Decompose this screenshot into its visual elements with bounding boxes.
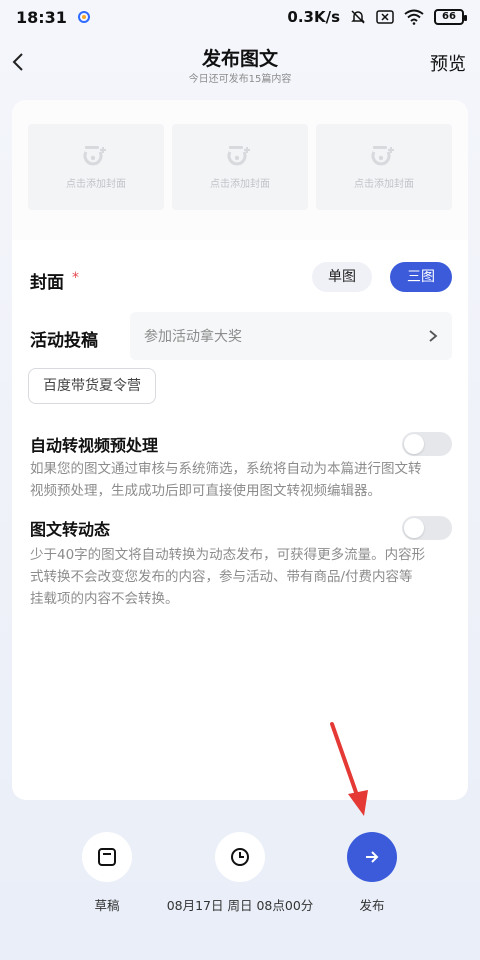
- status-time: 18:31: [16, 7, 67, 27]
- preview-button[interactable]: 预览: [430, 50, 466, 76]
- add-cover-icon: [371, 145, 394, 165]
- draft-icon: [98, 848, 116, 866]
- cover-slot-label: 点击添加封面: [66, 178, 126, 190]
- auto-video-description: 如果您的图文通过审核与系统筛选，系统将自动为本篇进行图文转 视频预处理，生成成功…: [30, 458, 450, 502]
- wifi-icon: [404, 9, 424, 25]
- network-speed: 0.3K/s: [287, 8, 340, 26]
- page-title: 发布图文: [201, 48, 278, 70]
- draft-label: 草稿: [94, 898, 120, 913]
- auto-video-desc-line: 如果您的图文通过审核与系统筛选，系统将自动为本篇进行图文转: [30, 461, 422, 477]
- required-mark: *: [72, 270, 79, 286]
- publish-button[interactable]: [347, 832, 397, 882]
- status-right: 0.3K/s 66: [287, 8, 467, 26]
- mute-bell-icon: [350, 9, 366, 25]
- cover-slot-label: 点击添加封面: [210, 178, 270, 190]
- to-dynamic-desc-line: 式转换不会改变您发布的内容，参与活动、带有商品/付费内容等: [30, 569, 413, 585]
- three-image-button[interactable]: 三图: [390, 262, 452, 292]
- status-bar: 18:31 0.3K/s 66: [0, 0, 480, 34]
- cover-slot-3[interactable]: 点击添加封面: [316, 124, 452, 210]
- to-dynamic-desc-line: 挂载项的内容不会转换。: [30, 591, 179, 607]
- cover-upload-area: 点击添加封面 点击添加封面 点击添加封面: [12, 100, 468, 240]
- to-dynamic-toggle[interactable]: [402, 516, 452, 540]
- single-image-button[interactable]: 单图: [312, 262, 372, 292]
- auto-video-title: 自动转视频预处理: [30, 436, 159, 455]
- to-dynamic-title: 图文转动态: [30, 520, 111, 539]
- annotation-arrow-icon: [330, 722, 368, 816]
- cover-setting-label: 封面: [30, 273, 64, 293]
- cover-slot-label: 点击添加封面: [354, 178, 414, 190]
- schedule-label: 08月17日 周日 08点00分: [166, 898, 314, 913]
- publish-label: 发布: [359, 898, 385, 913]
- toggle-knob: [404, 434, 424, 454]
- add-cover-icon: [227, 145, 250, 165]
- sim-off-icon: [376, 10, 394, 24]
- clock-icon: [231, 848, 249, 866]
- to-dynamic-description: 少于40字的图文将自动转换为动态发布，可获得更多流量。内容形 式转换不会改变您发…: [30, 544, 450, 610]
- add-cover-icon: [83, 145, 106, 165]
- header: 发布图文 今日还可发布15篇内容 预览: [0, 34, 480, 94]
- arrow-right-icon: [366, 851, 379, 863]
- activity-tag[interactable]: 百度带货夏令营: [28, 368, 156, 404]
- chevron-right-icon: [429, 330, 438, 342]
- draft-button[interactable]: [82, 832, 132, 882]
- activity-select[interactable]: 参加活动拿大奖: [130, 312, 452, 360]
- schedule-button[interactable]: [215, 832, 265, 882]
- toggle-knob: [404, 518, 424, 538]
- app-notification-icon: [77, 10, 91, 24]
- cover-slot-2[interactable]: 点击添加封面: [172, 124, 308, 210]
- cover-slot-1[interactable]: 点击添加封面: [28, 124, 164, 210]
- page-subtitle: 今日还可发布15篇内容: [188, 74, 292, 85]
- activity-label: 活动投稿: [30, 331, 98, 351]
- to-dynamic-desc-line: 少于40字的图文将自动转换为动态发布，可获得更多流量。内容形: [30, 547, 426, 563]
- publish-form-card: 点击添加封面 点击添加封面 点击添加封面 封面 * 单图 三图 活动投稿 参加活…: [12, 100, 468, 800]
- battery-icon: 66: [434, 9, 467, 25]
- auto-video-desc-line: 视频预处理，生成成功后即可直接使用图文转视频编辑器。: [30, 483, 381, 499]
- auto-video-toggle[interactable]: [402, 432, 452, 456]
- activity-placeholder: 参加活动拿大奖: [144, 329, 242, 345]
- status-left: 18:31: [16, 8, 91, 27]
